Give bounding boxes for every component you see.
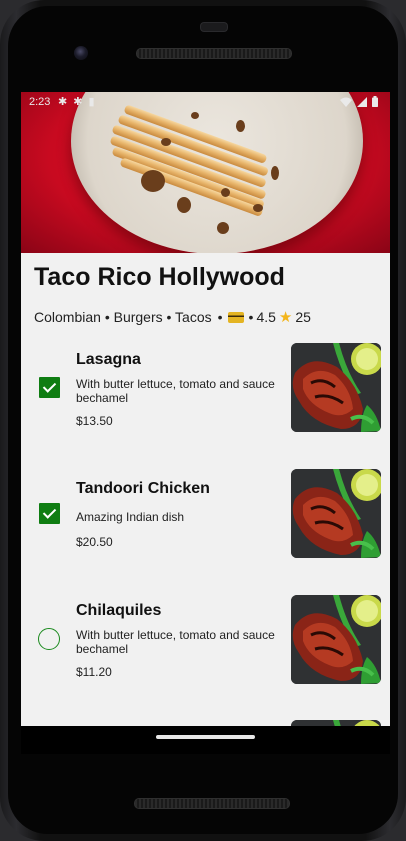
menu-item-image	[291, 595, 381, 684]
sd-card-icon: ▮	[88, 96, 95, 108]
meta-separator: •	[217, 309, 223, 325]
star-icon: ★	[278, 309, 293, 326]
home-gesture-handle[interactable]	[156, 735, 255, 739]
sauce-drip	[217, 222, 229, 234]
menu-item-name: Chilaquiles	[76, 602, 162, 619]
menu-item-image	[291, 343, 381, 432]
earpiece	[200, 22, 228, 32]
settings-gear-icon: ✱	[58, 96, 68, 108]
menu-item[interactable]: Tandoori Chicken Amazing Indian dish $20…	[21, 469, 390, 559]
menu-item-price: $13.50	[76, 414, 113, 428]
checkbox-checked-icon[interactable]	[39, 377, 60, 398]
status-system-icons	[340, 96, 378, 107]
bottom-speaker-grille	[134, 798, 290, 809]
menu-item-image	[291, 469, 381, 558]
menu-item-description: Amazing Indian dish	[76, 510, 185, 524]
checkbox-checked-icon[interactable]	[39, 503, 60, 524]
top-speaker-grille	[136, 48, 292, 59]
restaurant-hero-image: 2:23 ✱ ✱ ▮	[21, 92, 390, 253]
credit-card-icon	[227, 311, 244, 323]
menu-item-description: With butter lettuce, tomato and sauce be…	[76, 628, 275, 656]
menu-item[interactable]: Chilaquiles With butter lettuce, tomato …	[21, 595, 390, 685]
status-time: 2:23	[29, 96, 51, 108]
menu-item-price: $11.20	[76, 665, 112, 679]
status-notification-icons: ✱ ✱ ▮	[58, 95, 95, 108]
wifi-icon	[340, 97, 352, 107]
menu-item[interactable]: Lasagna With butter lettuce, tomato and …	[21, 342, 390, 432]
sauce-drip	[221, 188, 230, 197]
meta-separator: •	[248, 309, 254, 325]
restaurant-review-count: 25	[295, 309, 311, 325]
menu-item-name: Lasagna	[76, 351, 141, 368]
sauce-drip	[177, 197, 191, 213]
front-camera	[74, 46, 88, 60]
tandoori-chicken-photo	[291, 343, 381, 432]
restaurant-categories: Colombian • Burgers • Tacos	[34, 309, 212, 325]
tandoori-chicken-photo	[291, 469, 381, 558]
status-bar: 2:23 ✱ ✱ ▮	[21, 92, 390, 114]
sauce-drip	[141, 170, 165, 192]
app-screen: 2:23 ✱ ✱ ▮ Taco Rico Hollywood Colombian…	[21, 92, 390, 726]
cellular-signal-icon	[357, 96, 367, 107]
sauce-drip	[271, 166, 279, 180]
restaurant-title: Taco Rico Hollywood	[34, 263, 285, 291]
sauce-drip	[253, 204, 263, 212]
radio-unchecked-icon[interactable]	[38, 628, 60, 650]
tandoori-chicken-photo	[291, 595, 381, 684]
sync-gear-icon: ✱	[73, 96, 83, 108]
sauce-drip	[161, 138, 171, 146]
menu-item-description: With butter lettuce, tomato and sauce be…	[76, 377, 275, 405]
restaurant-rating: 4.5	[256, 309, 276, 325]
restaurant-meta: Colombian • Burgers • Tacos • • 4.5 ★ 25	[34, 308, 311, 326]
battery-icon	[372, 96, 378, 107]
menu-item-price: $20.50	[76, 535, 113, 549]
phone-frame: 2:23 ✱ ✱ ▮ Taco Rico Hollywood Colombian…	[0, 0, 406, 841]
menu-item-name: Tandoori Chicken	[76, 480, 210, 497]
sauce-drip	[236, 120, 245, 132]
gesture-navigation-bar	[21, 726, 390, 754]
